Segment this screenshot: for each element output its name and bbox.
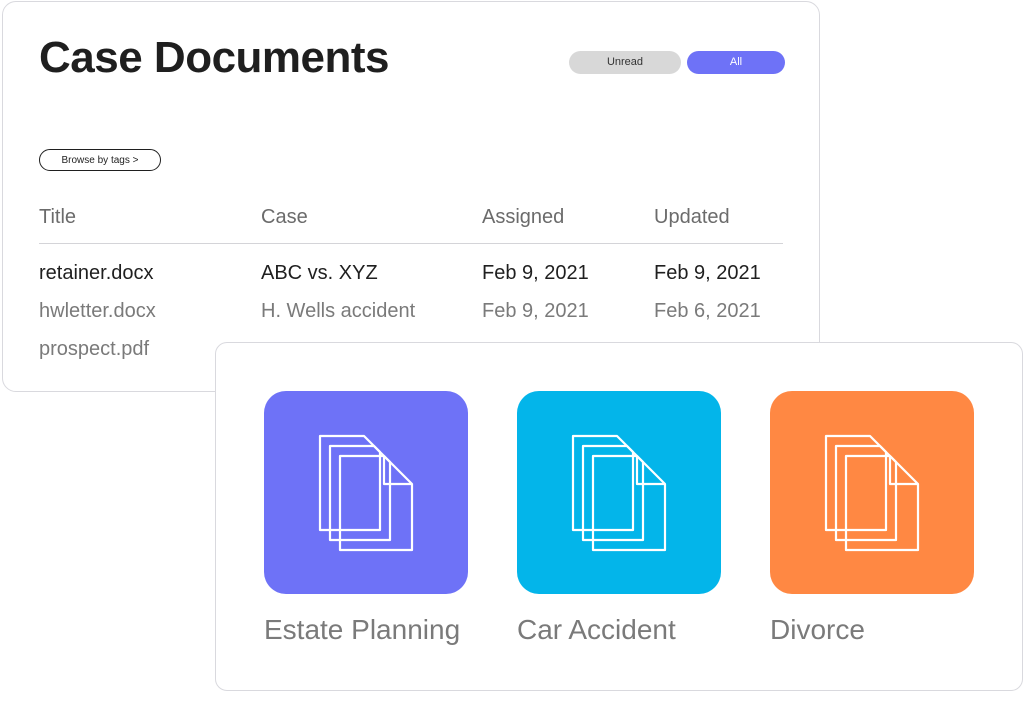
documents-icon — [318, 434, 414, 551]
category-tile[interactable] — [770, 391, 974, 594]
row-updated-date: Feb 9, 2021 — [654, 262, 761, 284]
row-case: H. Wells accident — [261, 300, 416, 322]
category-tile[interactable] — [517, 391, 721, 594]
column-header-assigned[interactable]: Assigned — [482, 206, 564, 229]
row-case: ABC vs. XYZ — [261, 262, 378, 284]
category-label: Car Accident — [517, 614, 676, 645]
documents-icon — [824, 434, 920, 551]
category-car-accident[interactable]: Car Accident — [517, 391, 737, 646]
row-assigned-date: Feb 9, 2021 — [482, 262, 589, 284]
row-title[interactable]: hwletter.docx — [39, 300, 156, 323]
column-header-updated[interactable]: Updated — [654, 206, 730, 229]
stage: Case Documents Unread All Browse by tags… — [0, 0, 1024, 725]
page-title: Case Documents — [39, 33, 390, 82]
category-label: Divorce — [770, 614, 865, 645]
column-header-case[interactable]: Case — [261, 206, 308, 229]
category-tile[interactable] — [264, 391, 468, 594]
row-title[interactable]: retainer.docx — [39, 262, 154, 285]
case-documents-panel: Case Documents Unread All Browse by tags… — [2, 1, 820, 392]
row-updated-date: Feb 6, 2021 — [654, 300, 761, 322]
column-header-title[interactable]: Title — [39, 206, 76, 229]
row-title[interactable]: prospect.pdf — [39, 338, 149, 361]
category-label: Estate Planning — [264, 614, 461, 645]
filter-all-button[interactable]: All — [687, 51, 785, 74]
row-assigned-date: Feb 9, 2021 — [482, 300, 589, 322]
category-divorce[interactable]: Divorce — [770, 391, 990, 646]
table-row[interactable]: hwletter.docx H. Wells accident Feb 9, 2… — [39, 300, 783, 338]
documents-icon — [571, 434, 667, 551]
table-header: Title Case Assigned Updated — [39, 202, 783, 244]
table-row[interactable]: retainer.docx ABC vs. XYZ Feb 9, 2021 Fe… — [39, 262, 783, 300]
filter-unread-button[interactable]: Unread — [569, 51, 681, 74]
category-estate-planning[interactable]: Estate Planning — [264, 391, 484, 646]
browse-by-tags-button[interactable]: Browse by tags > — [39, 149, 161, 171]
categories-panel: Estate Planning Car Accident Divorce — [215, 342, 1023, 691]
